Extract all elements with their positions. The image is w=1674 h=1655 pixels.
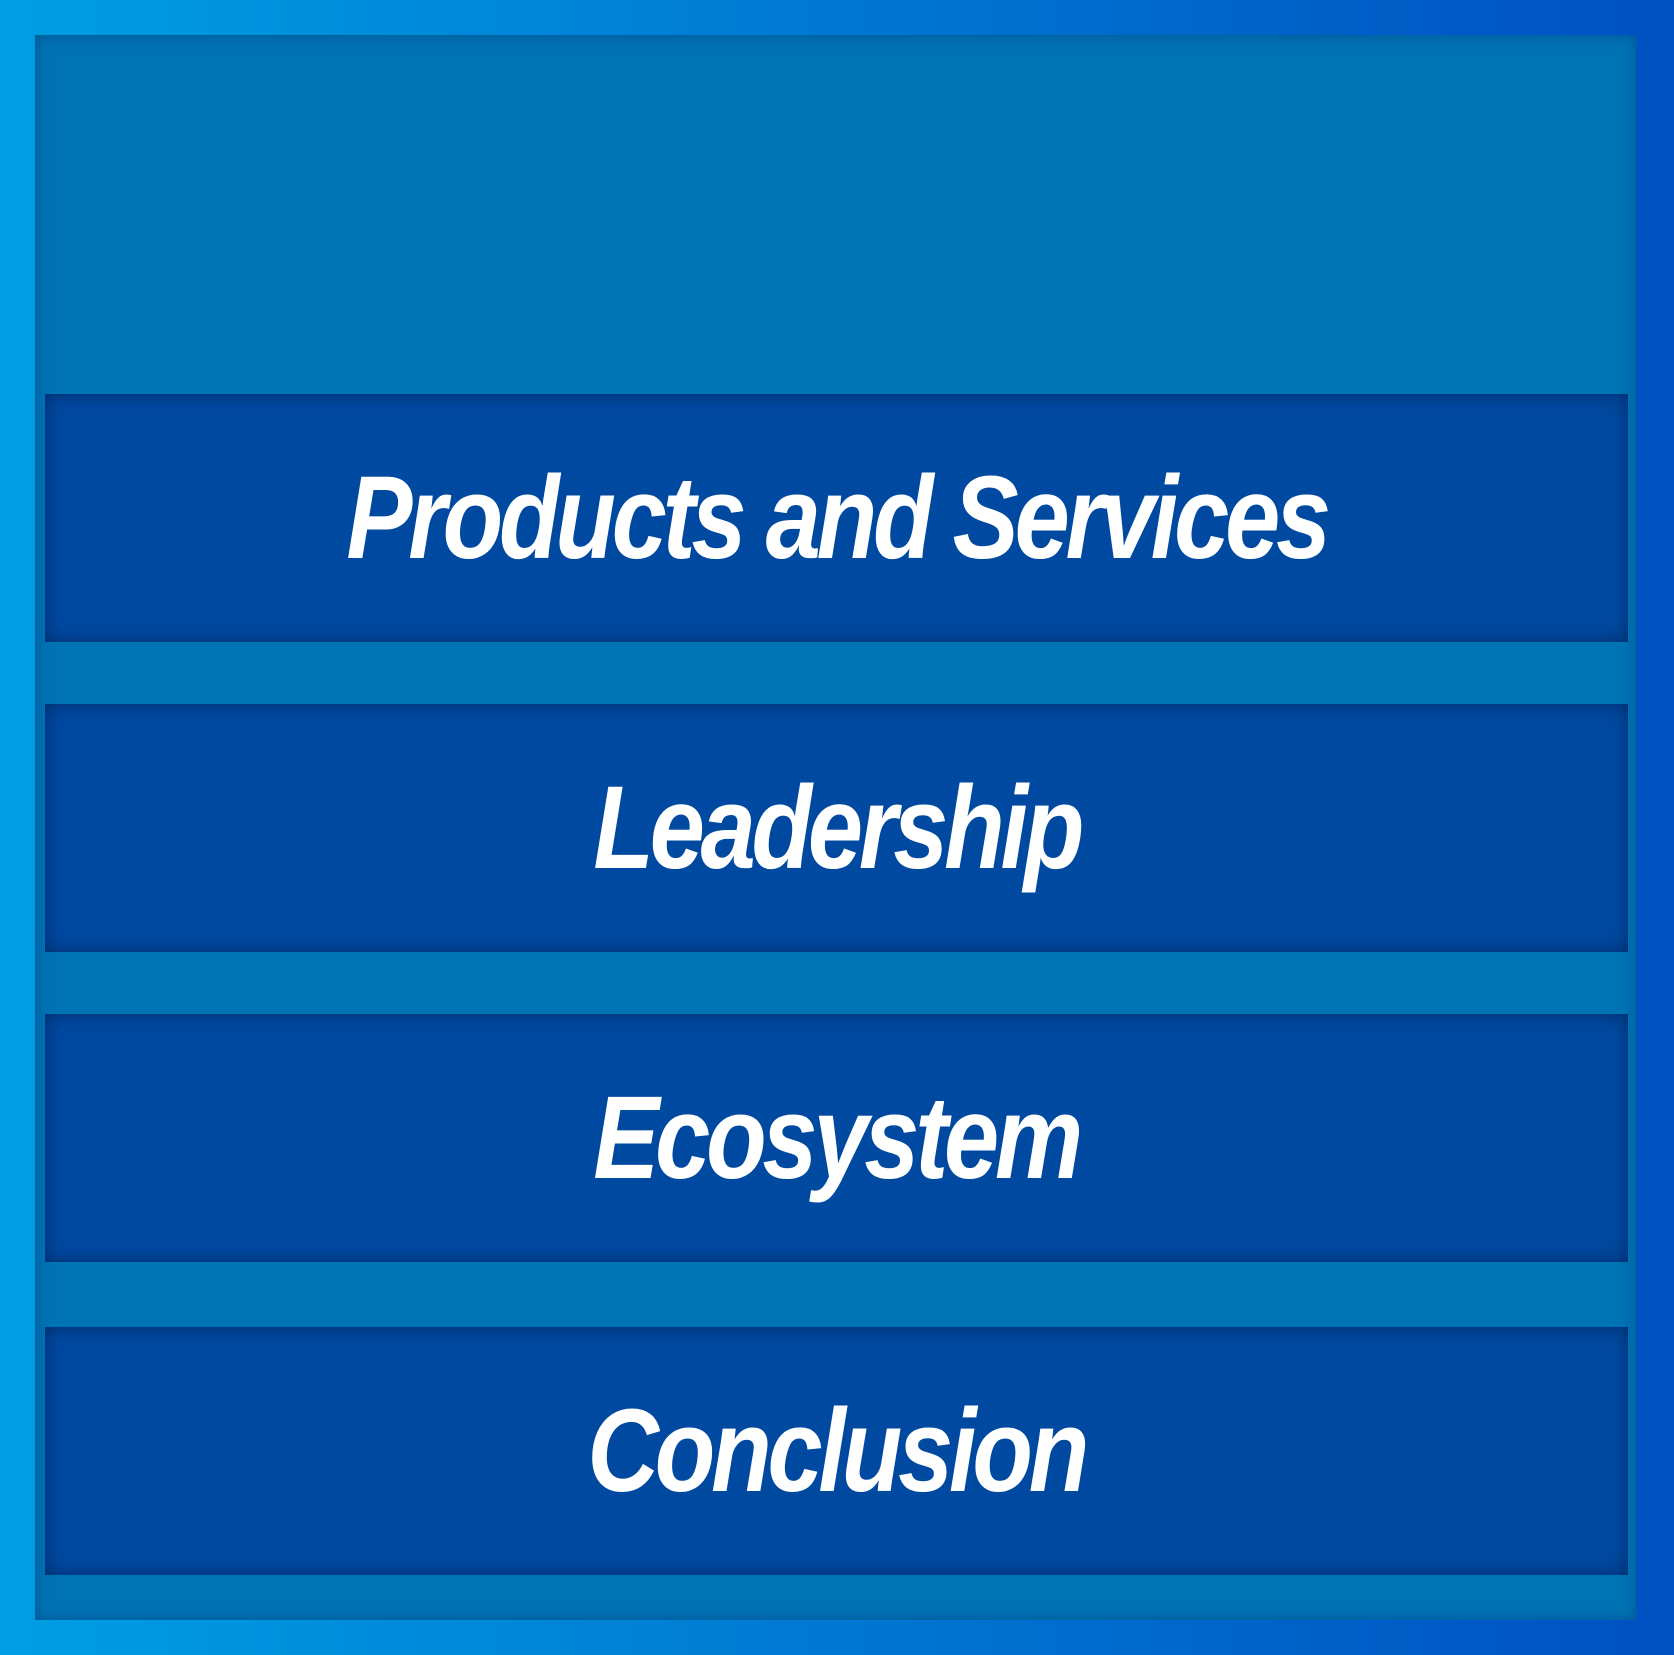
menu-item-products-and-services[interactable]: Products and Services — [45, 394, 1628, 642]
menu-item-conclusion[interactable]: Conclusion — [45, 1327, 1628, 1575]
menu-item-ecosystem[interactable]: Ecosystem — [45, 1014, 1628, 1262]
menu-item-label: Conclusion — [587, 1385, 1090, 1517]
page-background: { "menu": { "items": [ { "label": "Produ… — [0, 0, 1674, 1655]
menu-panel: Products and Services Leadership Ecosyst… — [35, 35, 1636, 1620]
menu-item-leadership[interactable]: Leadership — [45, 704, 1628, 952]
menu-item-label: Products and Services — [346, 452, 1331, 584]
menu-item-label: Leadership — [593, 762, 1084, 894]
menu-item-label: Ecosystem — [593, 1072, 1084, 1204]
